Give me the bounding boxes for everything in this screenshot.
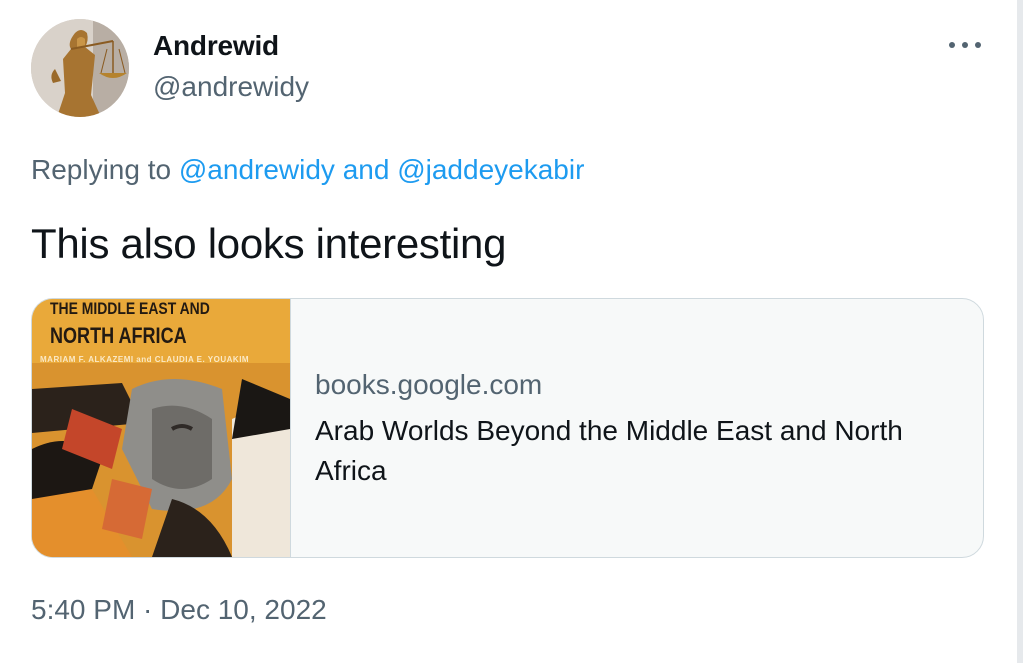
link-card-title: Arab Worlds Beyond the Middle East and N… — [315, 415, 903, 486]
mention-conjunction[interactable]: and — [343, 154, 390, 185]
more-dot — [949, 42, 955, 48]
mention-link-2[interactable]: @jaddeyekabir — [397, 154, 584, 185]
link-card-domain: books.google.com — [315, 369, 543, 400]
author-display-name[interactable]: Andrewid — [153, 30, 279, 62]
lady-justice-icon — [31, 19, 129, 117]
author-handle[interactable]: @andrewidy — [153, 71, 309, 103]
link-card-body: books.google.com Arab Worlds Beyond the … — [315, 369, 955, 491]
link-card[interactable]: THE MIDDLE EAST AND NORTH AFRICA MARIAM … — [31, 298, 984, 558]
tweet-timestamp[interactable]: 5:40 PM · Dec 10, 2022 — [31, 594, 327, 626]
more-options-icon[interactable] — [945, 33, 985, 57]
cover-editors: MARIAM F. ALKAZEMI and CLAUDIA E. YOUAKI… — [40, 355, 250, 364]
reply-context: Replying to @andrewidy and @jaddeyekabir — [31, 154, 584, 186]
more-dot — [962, 42, 968, 48]
mention-link-1[interactable]: @andrewidy — [179, 154, 335, 185]
reply-prefix: Replying to — [31, 154, 172, 185]
avatar[interactable] — [31, 19, 129, 117]
book-cover-image: THE MIDDLE EAST AND NORTH AFRICA MARIAM … — [32, 299, 291, 557]
scroll-edge — [1017, 0, 1023, 663]
tweet-text: This also looks interesting — [31, 220, 507, 267]
more-dot — [975, 42, 981, 48]
cover-title-line-1: THE MIDDLE EAST AND — [50, 299, 210, 318]
cover-title-line-2: NORTH AFRICA — [50, 323, 187, 348]
